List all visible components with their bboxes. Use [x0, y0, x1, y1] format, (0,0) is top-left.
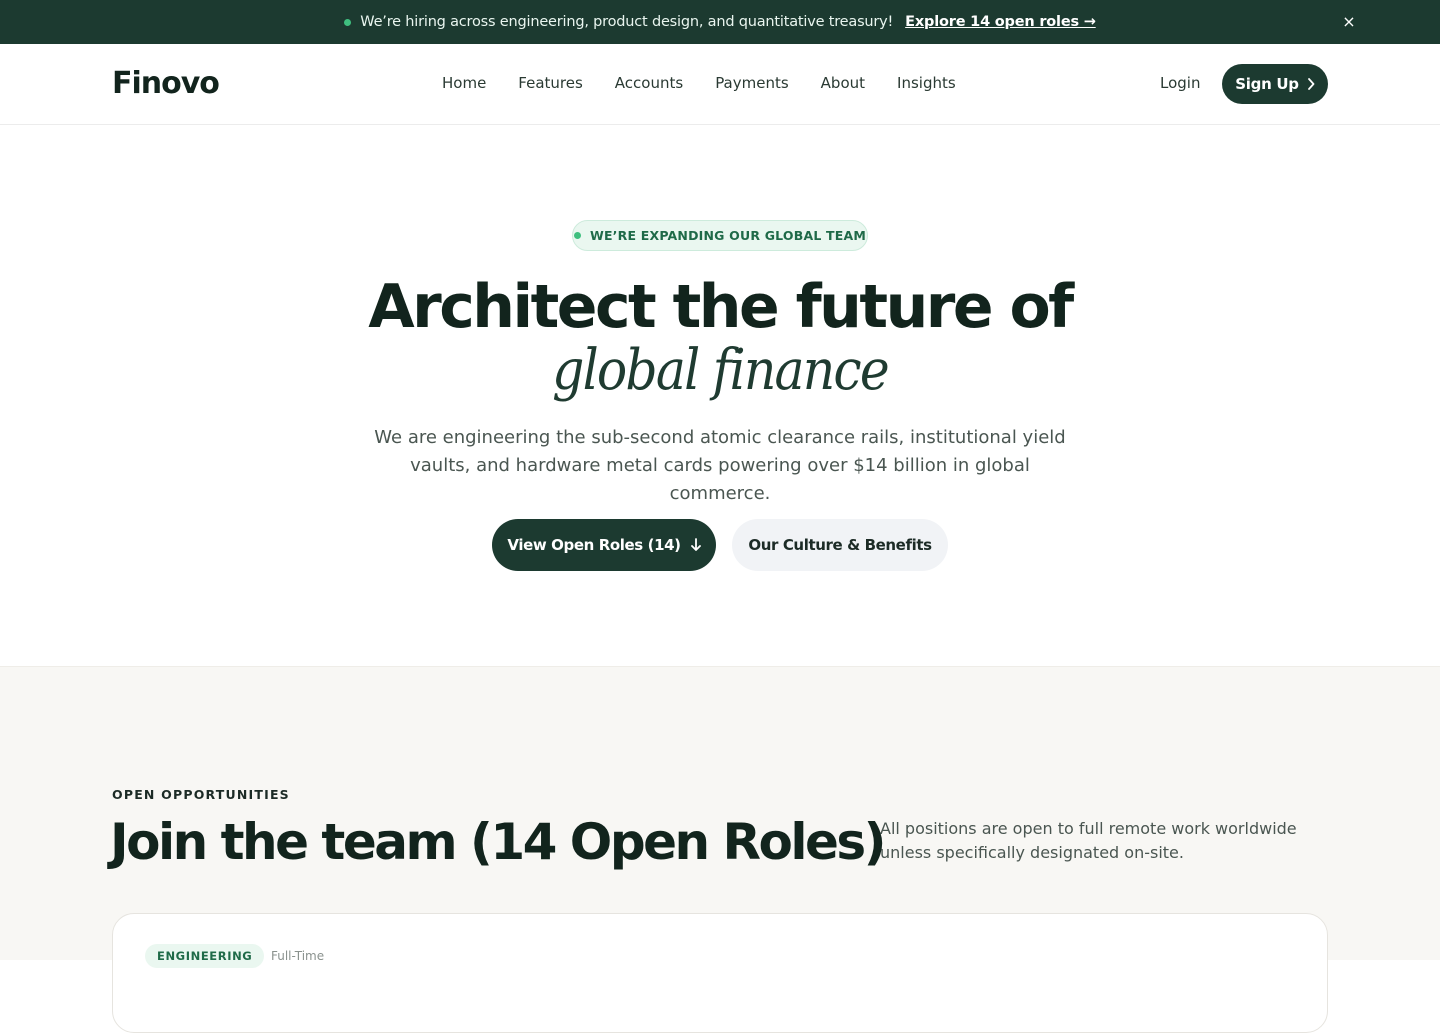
- job-card[interactable]: ENGINEERING Full-Time: [112, 913, 1328, 1033]
- site-header: Finovo Home Features Accounts Payments A…: [0, 44, 1440, 125]
- arrow-down-icon: [690, 538, 701, 551]
- hiring-pill: WE’RE EXPANDING OUR GLOBAL TEAM: [572, 220, 868, 251]
- status-dot-icon: [573, 232, 581, 239]
- announcement-message: We’re hiring across engineering, product…: [360, 14, 894, 30]
- close-icon[interactable]: ×: [1340, 13, 1358, 31]
- view-open-roles-label: View Open Roles (14): [507, 536, 681, 554]
- department-tag: ENGINEERING: [145, 944, 265, 968]
- open-opportunities-section: OPEN OPPORTUNITIES Join the team (14 Ope…: [0, 666, 1440, 1033]
- status-dot-icon: [344, 18, 352, 26]
- nav-about[interactable]: About: [821, 74, 865, 92]
- login-link[interactable]: Login: [1160, 74, 1200, 92]
- hero-title: Architect the future of: [368, 272, 1074, 342]
- main-nav: Home Features Accounts Payments About In…: [442, 74, 988, 92]
- nav-insights[interactable]: Insights: [897, 74, 956, 92]
- hiring-pill-label: WE’RE EXPANDING OUR GLOBAL TEAM: [589, 228, 867, 243]
- employment-type: Full-Time: [271, 949, 325, 963]
- remote-note: All positions are open to full remote wo…: [880, 819, 1297, 862]
- signup-label: Sign Up: [1235, 75, 1299, 93]
- section-eyebrow: OPEN OPPORTUNITIES: [112, 787, 290, 802]
- nav-home[interactable]: Home: [442, 74, 486, 92]
- section-title: Join the team (14 Open Roles): [110, 813, 887, 871]
- hero-title-italic: global finance: [552, 338, 890, 403]
- chevron-right-icon: [1307, 78, 1315, 90]
- logo[interactable]: Finovo: [112, 66, 220, 101]
- nav-payments[interactable]: Payments: [715, 74, 788, 92]
- view-open-roles-button[interactable]: View Open Roles (14): [492, 519, 716, 571]
- signup-button[interactable]: Sign Up: [1222, 64, 1328, 104]
- nav-features[interactable]: Features: [518, 74, 583, 92]
- open-roles-link[interactable]: Explore 14 open roles →: [905, 14, 1096, 30]
- nav-accounts[interactable]: Accounts: [615, 74, 683, 92]
- culture-benefits-button[interactable]: Our Culture & Benefits: [732, 519, 948, 571]
- announcement-bar: We’re hiring across engineering, product…: [0, 0, 1440, 44]
- hero-subtitle: We are engineering the sub-second atomic…: [374, 427, 1066, 504]
